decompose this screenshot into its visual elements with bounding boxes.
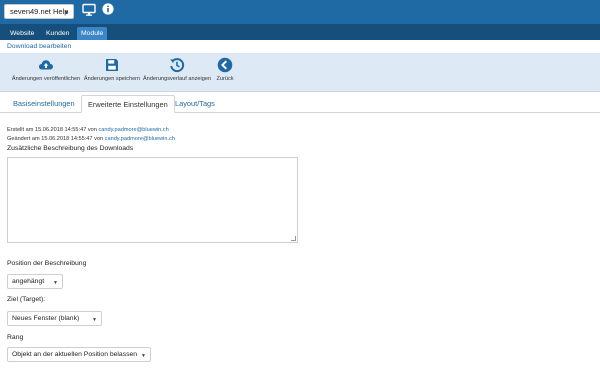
upload-cloud-icon (39, 60, 53, 70)
main-nav: Website Kunden Module (0, 24, 600, 40)
back-label: Zurück (216, 76, 234, 82)
toolbar: Änderungen veröffentlichen Änderungen sp… (0, 54, 600, 92)
breadcrumb[interactable]: Download bearbeiten (7, 43, 71, 50)
position-select-value: angehängt (12, 278, 45, 285)
publish-changes-button[interactable]: Änderungen veröffentlichen (11, 57, 81, 82)
site-selector-value: seven49.net Help (10, 7, 69, 16)
chevron-down-icon: ▼ (92, 317, 97, 323)
tab-layout-tags[interactable]: Layout/Tags (169, 95, 221, 113)
target-select[interactable]: Neues Fenster (blank) ▼ (7, 311, 102, 326)
created-by-link[interactable]: candy.padmore@bluewin.ch (98, 127, 168, 133)
history-icon (170, 58, 185, 73)
chevron-down-icon: ▼ (53, 280, 58, 286)
monitor-icon[interactable] (82, 3, 96, 17)
created-info: Erstellt am 15.06.2018 14:55:47 von cand… (7, 127, 169, 133)
description-label: Zusätzliche Beschreibung des Downloads (7, 145, 134, 152)
show-history-button[interactable]: Änderungsverlauf anzeigen (142, 57, 212, 82)
chevron-down-icon: ▼ (64, 10, 69, 16)
nav-tab-kunden[interactable]: Kunden (42, 27, 73, 40)
site-selector[interactable]: seven49.net Help ▼ (4, 4, 74, 19)
target-label: Ziel (Target): (7, 296, 46, 303)
back-button[interactable]: Zurück (214, 57, 236, 82)
show-history-label: Änderungsverlauf anzeigen (142, 76, 212, 82)
nav-tab-website[interactable]: Website (6, 27, 38, 40)
breadcrumb-bar: Download bearbeiten (0, 40, 600, 54)
info-icon[interactable] (102, 3, 114, 15)
rank-select[interactable]: Objekt an der aktuellen Position belasse… (7, 347, 151, 362)
position-label: Position der Beschreibung (7, 260, 87, 267)
tab-basic-settings[interactable]: Basiseinstellungen (7, 95, 81, 113)
save-changes-button[interactable]: Änderungen speichern (83, 57, 141, 82)
rank-label: Rang (7, 334, 24, 341)
nav-tab-module[interactable]: Module (77, 27, 108, 40)
description-textarea[interactable] (7, 157, 298, 243)
arrow-left-circle-icon (217, 57, 233, 73)
created-text: Erstellt am 15.06.2018 14:55:47 von (7, 127, 97, 133)
settings-tabs: Basiseinstellungen Erweiterte Einstellun… (0, 92, 600, 113)
save-icon (106, 59, 118, 71)
position-select[interactable]: angehängt ▼ (7, 274, 63, 289)
save-changes-label: Änderungen speichern (83, 76, 141, 82)
chevron-down-icon: ▼ (141, 353, 146, 359)
target-select-value: Neues Fenster (blank) (12, 315, 80, 322)
changed-by-link[interactable]: candy.padmore@bluewin.ch (105, 136, 175, 142)
changed-text: Geändert am 15.06.2018 14:55:47 von (7, 136, 104, 142)
publish-changes-label: Änderungen veröffentlichen (11, 76, 81, 82)
top-bar: seven49.net Help ▼ (0, 0, 600, 24)
tab-advanced-settings[interactable]: Erweiterte Einstellungen (81, 95, 175, 113)
resize-grip-icon[interactable] (291, 236, 296, 241)
rank-select-value: Objekt an der aktuellen Position belasse… (12, 351, 138, 358)
changed-info: Geändert am 15.06.2018 14:55:47 von cand… (7, 136, 175, 142)
